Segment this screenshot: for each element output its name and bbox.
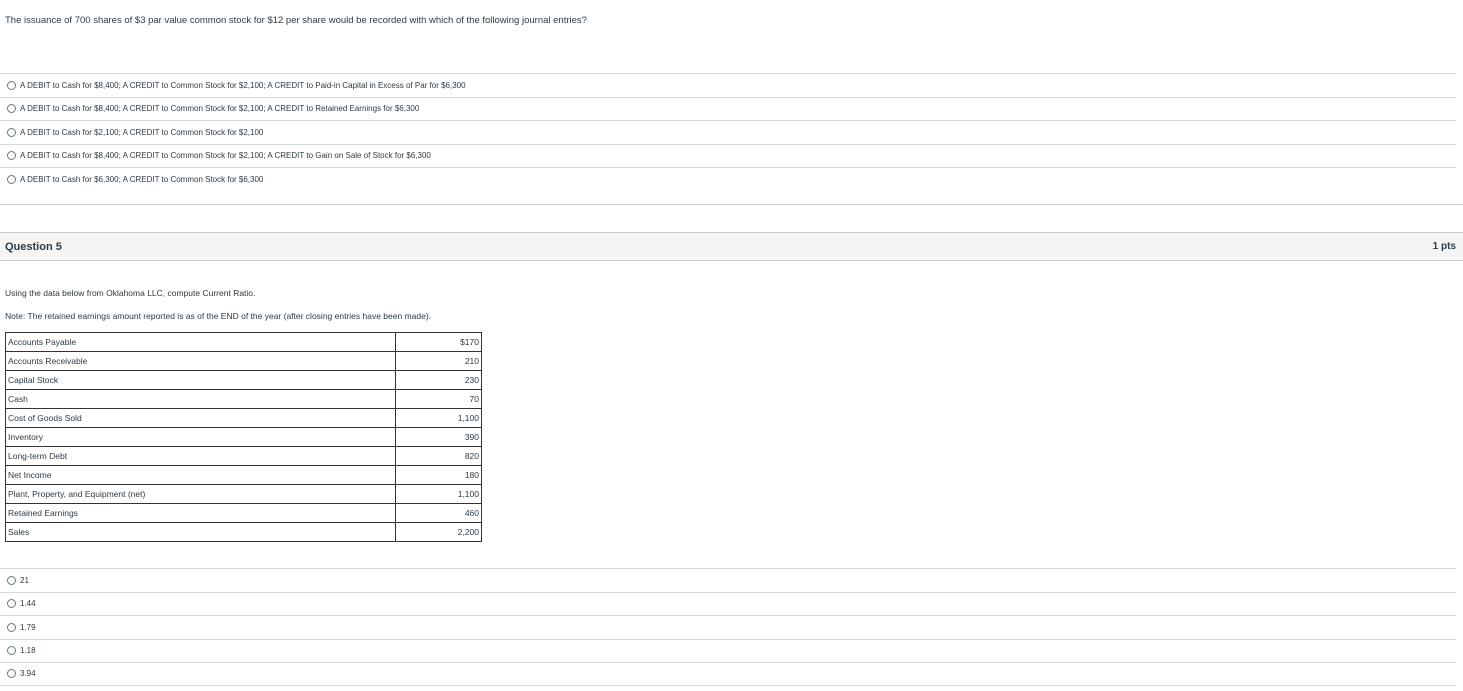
question-divider [0,204,1463,205]
question-points: 1 pts [1432,241,1456,252]
answer-label: 1.18 [20,646,36,656]
radio-button[interactable] [7,599,16,609]
row-value: 70 [395,389,482,409]
radio-button[interactable] [7,174,16,184]
row-value: 820 [395,446,482,466]
row-value: $170 [395,332,482,352]
question-5-answers: 21 1.44 1.79 1.18 3.94 [0,568,1456,686]
answer-option[interactable]: A DEBIT to Cash for $8,400; A CREDIT to … [0,143,1456,168]
answer-option[interactable]: 3.94 [0,662,1456,686]
table-row: Plant, Property, and Equipment (net) 1,10… [5,484,482,504]
question-5-prompt: Using the data below from Oklahoma LLC, … [5,288,256,298]
answer-label: A DEBIT to Cash for $6,300; A CREDIT to … [20,174,264,184]
table-row: Accounts Receivable 210 [5,351,482,371]
radio-button[interactable] [7,127,16,137]
question-4-answers: A DEBIT to Cash for $8,400; A CREDIT to … [0,73,1456,191]
row-label: Accounts Payable [5,332,396,352]
answer-option[interactable]: A DEBIT to Cash for $6,300; A CREDIT to … [0,167,1456,191]
table-row: Accounts Payable $170 [5,332,482,352]
radio-button[interactable] [7,575,16,585]
table-row: Long-term Debt 820 [5,446,482,466]
row-label: Long-term Debt [5,446,396,466]
row-value: 180 [395,465,482,485]
row-value: 460 [395,503,482,523]
answer-option[interactable]: 1.18 [0,638,1456,663]
table-row: Retained Earnings 460 [5,503,482,523]
answer-option[interactable]: 1.79 [0,615,1456,639]
row-label: Cost of Goods Sold [5,408,396,428]
radio-button[interactable] [7,80,16,90]
radio-button[interactable] [7,104,16,114]
question-5-header: Question 5 1 pts [0,232,1463,261]
radio-button[interactable] [7,646,16,656]
answer-label: 21 [20,575,29,585]
row-label: Plant, Property, and Equipment (net) [5,484,396,504]
row-label: Retained Earnings [5,503,396,523]
answer-label: 1.44 [20,599,36,609]
row-value: 1,100 [395,484,482,504]
answer-label: 3.94 [20,669,36,679]
table-row: Cash 70 [5,389,482,409]
radio-button[interactable] [7,669,16,679]
answer-label: 1.79 [20,622,36,632]
answer-label: A DEBIT to Cash for $2,100; A CREDIT to … [20,127,264,137]
answer-option[interactable]: 21 [0,568,1456,592]
table-row: Net Income 180 [5,465,482,485]
financial-data-table: Accounts Payable $170 Accounts Receivable… [5,332,482,542]
table-row: Capital Stock 230 [5,370,482,390]
answer-option[interactable]: A DEBIT to Cash for $8,400; A CREDIT to … [0,73,1456,97]
radio-button[interactable] [7,622,16,632]
answer-label: A DEBIT to Cash for $8,400; A CREDIT to … [20,104,420,114]
row-label: Inventory [5,427,396,447]
row-label: Sales [5,522,396,542]
answer-label: A DEBIT to Cash for $8,400; A CREDIT to … [20,151,431,161]
question-5-note: Note: The retained earnings amount repor… [5,311,432,321]
table-row: Cost of Goods Sold 1,100 [5,408,482,428]
row-label: Capital Stock [5,370,396,390]
answer-option[interactable]: A DEBIT to Cash for $8,400; A CREDIT to … [0,96,1456,121]
answer-label: A DEBIT to Cash for $8,400; A CREDIT to … [20,80,466,90]
row-value: 2,200 [395,522,482,542]
row-label: Cash [5,389,396,409]
question-title: Question 5 [5,240,62,253]
table-row: Inventory 390 [5,427,482,447]
answer-option[interactable]: A DEBIT to Cash for $2,100; A CREDIT to … [0,120,1456,144]
row-value: 210 [395,351,482,371]
row-value: 230 [395,370,482,390]
question-4-text: The issuance of 700 shares of $3 par val… [5,15,587,26]
answer-option[interactable]: 1.44 [0,591,1456,616]
radio-button[interactable] [7,151,16,161]
row-label: Accounts Receivable [5,351,396,371]
row-label: Net Income [5,465,396,485]
table-row: Sales 2,200 [5,522,482,542]
row-value: 390 [395,427,482,447]
row-value: 1,100 [395,408,482,428]
